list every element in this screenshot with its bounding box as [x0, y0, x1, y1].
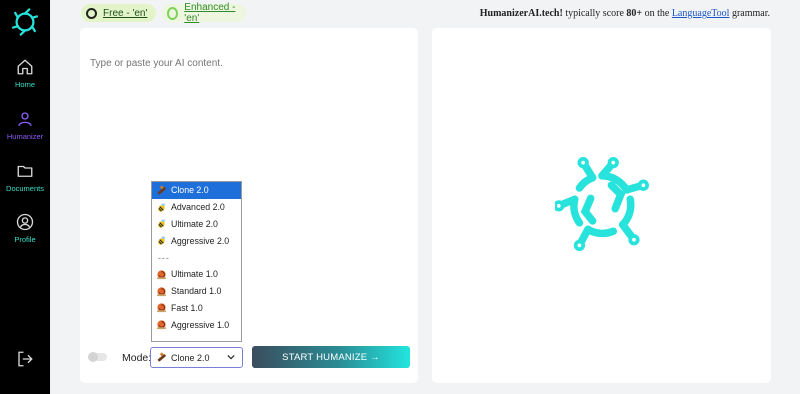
snail-icon — [156, 303, 167, 313]
sidebar-item-profile[interactable]: Profile — [0, 213, 50, 244]
sidebar-item-label: Home — [14, 80, 35, 89]
free-mode-radio[interactable]: Free - 'en' — [81, 4, 156, 22]
wrench-icon — [157, 185, 166, 195]
mode-option-aggressive-1[interactable]: Aggressive 1.0 — [152, 316, 241, 333]
radio-circle-icon — [167, 6, 179, 20]
option-label: Aggressive 2.0 — [171, 235, 230, 246]
enhanced-mode-label: Enhanced - 'en' — [184, 2, 236, 24]
ai-content-input[interactable] — [90, 58, 400, 88]
note-text: typically score — [562, 8, 627, 19]
mode-option-advanced-2[interactable]: Advanced 2.0 — [152, 199, 241, 216]
mode-option-fast-1[interactable]: Fast 1.0 — [152, 300, 241, 317]
option-separator: --- — [158, 252, 170, 263]
option-separator: --- — [158, 336, 170, 342]
sidebar-item-label: Humanizer — [6, 132, 44, 141]
sidebar-item-label: Documents — [6, 184, 44, 193]
snail-icon — [156, 287, 167, 296]
sidebar-item-humanizer[interactable]: Humanizer — [0, 110, 50, 141]
option-toggle[interactable] — [88, 352, 107, 362]
mode-label: Mode: — [122, 352, 152, 364]
mode-dropdown-list: Clone 2.0 Advanced 2.0 Ultimate 2.0 Aggr… — [151, 181, 242, 342]
bee-icon — [158, 203, 166, 212]
mode-option-clone-2[interactable]: Clone 2.0 — [152, 182, 241, 199]
mode-select-value: Clone 2.0 — [171, 352, 210, 363]
note-brand: HumanizerAI.tech! — [479, 8, 563, 19]
enhanced-mode-radio[interactable]: Enhanced - 'en' — [162, 2, 246, 24]
mode-option-standard-1[interactable]: Standard 1.0 — [152, 283, 241, 300]
bee-icon — [158, 220, 166, 229]
mode-option-ultimate-1[interactable]: Ultimate 1.0 — [152, 266, 241, 283]
profile-icon — [16, 213, 34, 231]
output-panel — [432, 28, 771, 383]
languagetool-link[interactable]: LanguageTool — [672, 8, 730, 19]
toggle-knob — [88, 352, 98, 362]
free-mode-label: Free - 'en' — [103, 7, 148, 19]
sidebar-item-home[interactable]: Home — [0, 58, 50, 89]
score-note: HumanizerAI.tech! typically score 80+ on… — [480, 8, 770, 19]
note-text: on the — [642, 8, 672, 19]
wrench-icon — [157, 352, 166, 362]
brand-logo-icon[interactable] — [11, 8, 39, 36]
snail-icon — [156, 270, 167, 279]
brand-logo-icon — [555, 157, 649, 251]
folder-icon — [17, 165, 33, 177]
home-icon — [17, 59, 33, 75]
sidebar-item-label: Profile — [14, 235, 36, 244]
user-icon — [18, 112, 32, 126]
option-label: Advanced 2.0 — [171, 202, 225, 213]
option-label: Ultimate 2.0 — [171, 218, 218, 229]
sidebar-item-documents[interactable]: Documents — [0, 162, 50, 193]
mode-option-ultimate-2[interactable]: Ultimate 2.0 — [152, 216, 241, 233]
sidebar: Home Humanizer Documents Profile — [0, 0, 50, 394]
option-label: Standard 1.0 — [171, 286, 222, 297]
option-label: Ultimate 1.0 — [171, 269, 218, 280]
option-label: Clone 2.0 — [171, 185, 209, 196]
chevron-down-icon — [227, 354, 235, 360]
mode-option-aggressive-2[interactable]: Aggressive 2.0 — [152, 232, 241, 249]
logout-icon[interactable] — [16, 350, 34, 368]
option-label: Fast 1.0 — [171, 302, 203, 313]
note-score: 80+ — [626, 8, 643, 19]
bee-icon — [158, 236, 166, 246]
radio-circle-icon — [86, 7, 97, 19]
input-panel: Mode: Clone 2.0 START HUMANIZE → — [80, 28, 418, 383]
snail-icon — [156, 320, 167, 330]
mode-select[interactable]: Clone 2.0 — [150, 347, 243, 368]
option-label: Aggressive 1.0 — [171, 319, 230, 330]
start-humanize-button[interactable]: START HUMANIZE → — [252, 346, 410, 368]
note-text: grammar. — [729, 8, 770, 19]
